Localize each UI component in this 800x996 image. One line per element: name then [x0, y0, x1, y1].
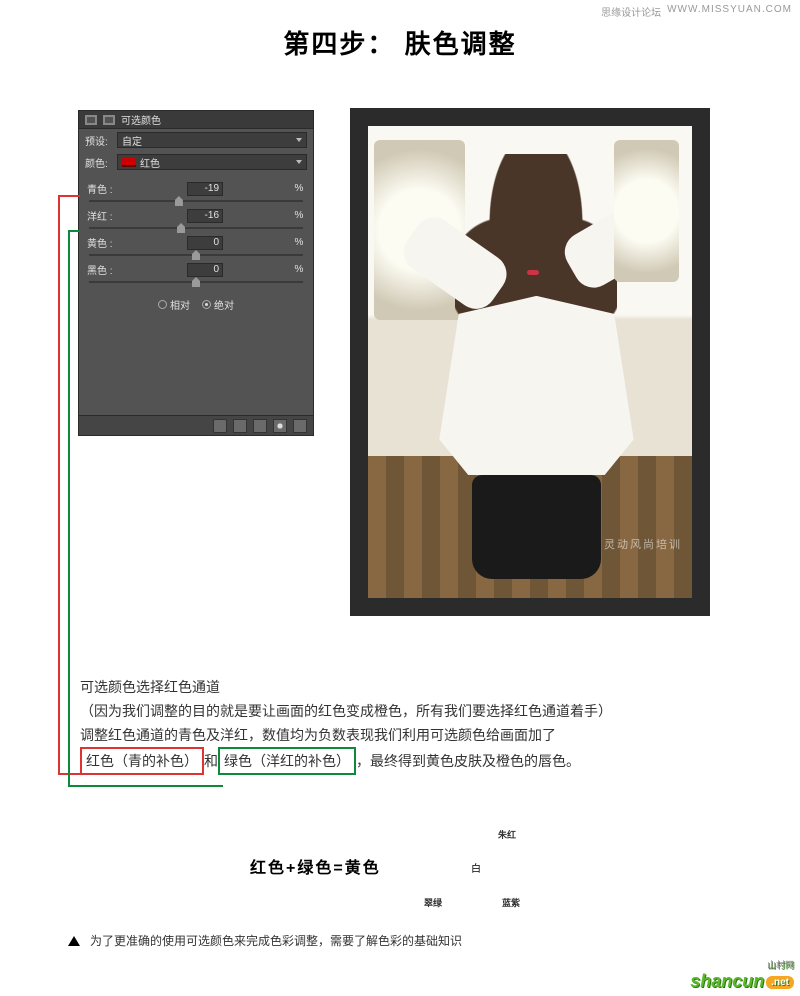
- rgb-venn-diagram: 白 朱红 翠绿 蓝紫: [420, 818, 530, 918]
- connector-green-v: [68, 230, 70, 787]
- cyan-row: 青色 : -19 %: [87, 181, 305, 196]
- yellow-label: 黄色 :: [87, 235, 117, 250]
- note-mid: 和: [204, 753, 218, 769]
- venn-label-blue: 蓝紫: [502, 896, 520, 909]
- magenta-label: 洋红 :: [87, 208, 117, 223]
- black-row: 黑色 : 0 %: [87, 262, 305, 277]
- watermark-cn: 思缘设计论坛: [601, 4, 661, 19]
- black-slider[interactable]: [89, 281, 303, 283]
- visibility-icon[interactable]: [273, 419, 287, 433]
- panel-tab-label[interactable]: 可选颜色: [121, 112, 161, 127]
- magenta-pct: %: [293, 210, 305, 221]
- reset-icon[interactable]: [253, 419, 267, 433]
- cyan-thumb[interactable]: [175, 196, 183, 206]
- preset-dropdown[interactable]: 自定: [117, 132, 307, 148]
- connector-red-v: [58, 195, 60, 775]
- slider-group: 青色 : -19 % 洋红 : -16 % 黄色 : 0 % 黑色 : 0 %: [79, 173, 313, 283]
- highlight-red: 红色（青的补色）: [80, 747, 204, 775]
- magenta-thumb[interactable]: [177, 223, 185, 233]
- prev-icon[interactable]: [233, 419, 247, 433]
- venn-label-green: 翠绿: [424, 896, 442, 909]
- note-line-3: 调整红色通道的青色及洋红，数值均为负数表现我们利用可选颜色给画面加了: [80, 723, 720, 747]
- black-value[interactable]: 0: [187, 263, 223, 277]
- bottom-note-text: 为了更准确的使用可选颜色来完成色彩调整，需要了解色彩的基础知识: [90, 932, 462, 949]
- panel-tabs: 可选颜色: [79, 111, 313, 129]
- yellow-row: 黄色 : 0 %: [87, 235, 305, 250]
- venn-label-red: 朱红: [498, 828, 516, 841]
- method-row: 相对 绝对: [79, 297, 313, 312]
- photo-watermark: 灵动风尚培训: [604, 536, 682, 552]
- magenta-row: 洋红 : -16 %: [87, 208, 305, 223]
- radio-dot-on: [202, 300, 211, 309]
- black-pct: %: [293, 264, 305, 275]
- page-title: 第四步： 肤色调整: [0, 24, 800, 61]
- cyan-value[interactable]: -19: [187, 182, 223, 196]
- radio-relative[interactable]: 相对: [158, 297, 190, 312]
- radio-dot: [158, 300, 167, 309]
- yellow-slider[interactable]: [89, 254, 303, 256]
- connector-red-h2: [58, 773, 82, 775]
- mask-icon: [103, 115, 115, 125]
- watermark-url: WWW.MISSYUAN.COM: [667, 4, 792, 19]
- clip-icon[interactable]: [213, 419, 227, 433]
- note-line-2: （因为我们调整的目的就是要让画面的红色变成橙色，所有我们要选择红色通道着手）: [80, 699, 720, 723]
- header-watermark: 思缘设计论坛 WWW.MISSYUAN.COM: [601, 4, 792, 19]
- explanation-notes: 可选颜色选择红色通道 （因为我们调整的目的就是要让画面的红色变成橙色，所有我们要…: [80, 675, 720, 775]
- color-label: 颜色:: [85, 155, 113, 170]
- adjustment-icon: [85, 115, 97, 125]
- color-dropdown[interactable]: 红色: [117, 154, 307, 170]
- bottom-note: 为了更准确的使用可选颜色来完成色彩调整，需要了解色彩的基础知识: [68, 932, 462, 949]
- yellow-value[interactable]: 0: [187, 236, 223, 250]
- venn-center-white: 白: [465, 856, 487, 878]
- photo-frame: 灵动风尚培训: [350, 108, 710, 616]
- yellow-thumb[interactable]: [192, 250, 200, 260]
- cyan-slider[interactable]: [89, 200, 303, 202]
- black-thumb[interactable]: [192, 277, 200, 287]
- black-label: 黑色 :: [87, 262, 117, 277]
- panel-footer: [79, 415, 313, 435]
- color-row: 颜色: 红色: [79, 151, 313, 173]
- preset-row: 预设: 自定: [79, 129, 313, 151]
- cyan-label: 青色 :: [87, 181, 117, 196]
- radio-absolute[interactable]: 绝对: [202, 297, 234, 312]
- photo-blouse: [439, 296, 633, 475]
- note-tail: ，最终得到黄色皮肤及橙色的唇色。: [356, 753, 580, 769]
- selective-color-panel: 可选颜色 预设: 自定 颜色: 红色 青色 : -19 % 洋红 : -16 %…: [78, 110, 314, 436]
- connector-green-h2: [68, 785, 223, 787]
- logo-cn: 山村网: [690, 958, 794, 971]
- magenta-slider[interactable]: [89, 227, 303, 229]
- yellow-pct: %: [293, 237, 305, 248]
- connector-green-h1: [68, 230, 80, 232]
- trash-icon[interactable]: [293, 419, 307, 433]
- color-value: 红色: [140, 155, 160, 170]
- note-line-1: 可选颜色选择红色通道: [80, 675, 720, 699]
- sample-photo: 灵动风尚培训: [368, 126, 692, 598]
- note-line-4: 红色（青的补色）和绿色（洋红的补色），最终得到黄色皮肤及橙色的唇色。: [80, 747, 720, 775]
- logo-tld: .net: [766, 976, 794, 989]
- triangle-icon: [68, 936, 80, 946]
- color-swatch-red: [122, 157, 136, 167]
- magenta-value[interactable]: -16: [187, 209, 223, 223]
- photo-lips: [527, 270, 539, 275]
- connector-red-h1: [58, 195, 80, 197]
- photo-pants: [472, 475, 602, 579]
- highlight-green: 绿色（洋红的补色）: [218, 747, 356, 775]
- site-logo: 山村网 shancun.net: [690, 958, 794, 992]
- color-equation: 红色+绿色=黄色: [250, 854, 381, 878]
- preset-value: 自定: [122, 133, 142, 148]
- cyan-pct: %: [293, 183, 305, 194]
- preset-label: 预设:: [85, 133, 113, 148]
- logo-brand: shancun: [690, 971, 764, 991]
